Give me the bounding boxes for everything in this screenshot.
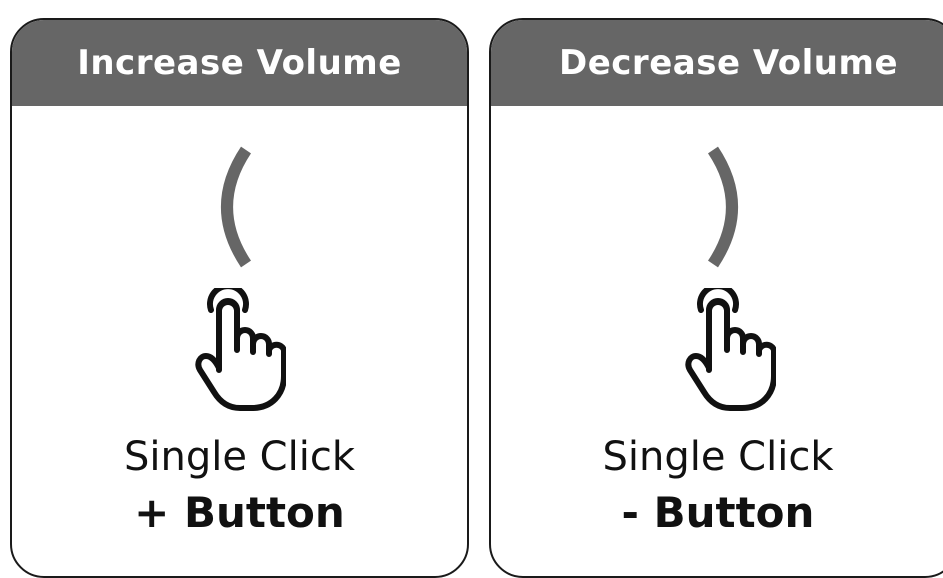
card-title: Decrease Volume [491,20,943,106]
button-label: + Button [134,488,345,537]
tap-hand-icon [685,288,776,411]
card-title: Increase Volume [12,20,467,106]
decrease-volume-card: Decrease Volume Single Click - Button [489,18,943,578]
increase-volume-card: Increase Volume Single Click + Button [10,18,469,578]
tap-hand-icon [195,288,286,411]
left-bracket-icon [221,146,252,268]
right-bracket-icon [707,146,738,268]
action-label: Single Click [602,434,834,480]
action-label: Single Click [124,434,355,480]
button-label: - Button [621,488,815,537]
